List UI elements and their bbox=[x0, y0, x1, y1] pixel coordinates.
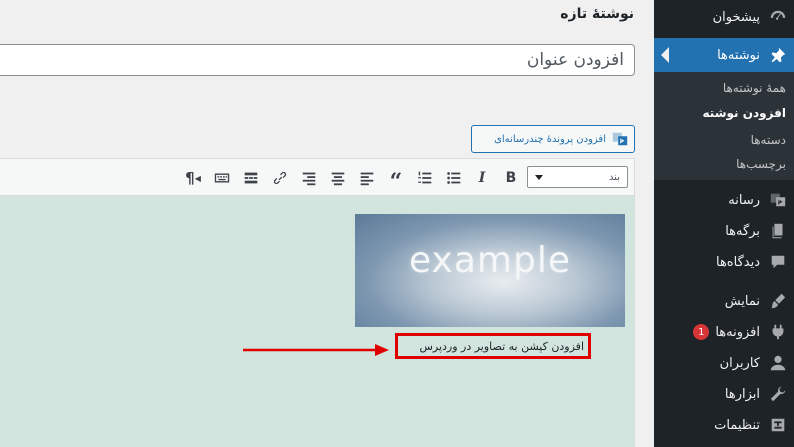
sidebar-item-label: نمایش bbox=[724, 293, 760, 309]
comments-icon bbox=[768, 252, 788, 272]
sidebar-item-label: پیشخوان bbox=[712, 9, 760, 25]
keyboard-icon bbox=[214, 173, 230, 183]
sidebar-item-comments[interactable]: دیدگاه‌ها bbox=[654, 245, 794, 279]
link-icon bbox=[273, 171, 287, 185]
sidebar-item-users[interactable]: کاربران bbox=[654, 346, 794, 380]
dashboard-icon bbox=[768, 7, 788, 27]
sidebar-item-label: رسانه bbox=[728, 192, 760, 208]
submenu-item-categories[interactable]: دسته‌ها bbox=[654, 133, 794, 147]
plugins-update-badge: 1 bbox=[693, 324, 710, 340]
pin-icon bbox=[768, 45, 788, 65]
align-right-button[interactable] bbox=[299, 168, 319, 188]
sidebar-item-dashboard[interactable]: پیشخوان bbox=[654, 0, 794, 34]
appearance-icon bbox=[768, 291, 788, 311]
sidebar-item-appearance[interactable]: نمایش bbox=[654, 284, 794, 318]
align-center-button[interactable] bbox=[328, 168, 348, 188]
caption-text: افزودن کپشن به تصاویر در وردپرس bbox=[419, 339, 584, 353]
align-left-icon bbox=[360, 172, 374, 186]
editor-toolbar: بند B I “ ¶ ◀ bbox=[0, 159, 634, 196]
paragraph-rtl-icon: ¶ bbox=[185, 169, 195, 187]
admin-sidebar: پیشخوان نوشته‌ها همهٔ نوشته‌ها افزودن نو… bbox=[654, 0, 794, 447]
submenu-item-add-post[interactable]: افزودن نوشته bbox=[654, 106, 794, 120]
bullet-list-button[interactable] bbox=[444, 168, 464, 188]
sidebar-item-label: افزونه‌ها bbox=[715, 324, 760, 340]
red-arrow-annotation bbox=[243, 344, 389, 356]
format-select-value: بند bbox=[608, 171, 620, 183]
align-center-icon bbox=[331, 172, 345, 186]
plugins-icon bbox=[768, 322, 788, 342]
add-media-label: افزودن پروندهٔ چندرسانه‌ای bbox=[494, 133, 606, 145]
blockquote-button[interactable]: “ bbox=[386, 168, 406, 195]
link-button[interactable] bbox=[270, 168, 290, 188]
numbered-list-icon bbox=[418, 171, 432, 184]
align-left-button[interactable] bbox=[357, 168, 377, 188]
rtl-button[interactable]: ¶ ◀ bbox=[183, 168, 203, 188]
post-title-input[interactable] bbox=[0, 44, 635, 76]
sidebar-item-plugins[interactable]: افزونه‌ها 1 bbox=[654, 315, 794, 349]
bullet-list-icon bbox=[447, 172, 461, 184]
pages-icon bbox=[768, 221, 788, 241]
add-media-button[interactable]: افزودن پروندهٔ چندرسانه‌ای bbox=[471, 125, 635, 153]
media-icon bbox=[610, 129, 630, 149]
submenu-item-all-posts[interactable]: همهٔ نوشته‌ها bbox=[654, 81, 794, 95]
image-text: example bbox=[409, 240, 571, 281]
numbered-list-button[interactable] bbox=[415, 168, 435, 188]
media-icon bbox=[768, 190, 788, 210]
sidebar-item-settings[interactable]: تنظیمات bbox=[654, 408, 794, 442]
italic-icon: I bbox=[478, 170, 486, 186]
example-image[interactable]: example bbox=[355, 214, 625, 327]
read-more-icon bbox=[244, 172, 258, 184]
submenu-item-tags[interactable]: برچسب‌ها bbox=[654, 157, 794, 171]
sidebar-item-tools[interactable]: ابزارها bbox=[654, 377, 794, 411]
align-right-icon bbox=[302, 172, 316, 186]
sidebar-item-label: برگه‌ها bbox=[725, 223, 760, 239]
sidebar-item-label: نوشته‌ها bbox=[717, 47, 760, 63]
sidebar-item-pages[interactable]: برگه‌ها bbox=[654, 214, 794, 248]
page-title: نوشتهٔ تازه bbox=[560, 6, 634, 22]
sidebar-item-label: ابزارها bbox=[724, 386, 760, 402]
read-more-button[interactable] bbox=[241, 168, 261, 188]
sidebar-item-media[interactable]: رسانه bbox=[654, 183, 794, 217]
posts-submenu: همهٔ نوشته‌ها افزودن نوشته دسته‌ها برچسب… bbox=[654, 72, 794, 180]
toolbar-toggle-button[interactable] bbox=[212, 168, 232, 188]
sidebar-item-label: کاربران bbox=[719, 355, 760, 371]
caret-down-icon bbox=[535, 174, 543, 180]
post-editor[interactable]: بند B I “ ¶ ◀ example افزودن کپشن به تصا… bbox=[0, 158, 635, 447]
blockquote-icon: “ bbox=[389, 169, 403, 195]
sidebar-item-label: تنظیمات bbox=[714, 417, 760, 433]
tools-icon bbox=[768, 384, 788, 404]
arrow-left-small-icon: ◀ bbox=[194, 173, 201, 183]
bold-icon: B bbox=[505, 170, 517, 186]
image-caption[interactable]: افزودن کپشن به تصاویر در وردپرس bbox=[395, 333, 591, 359]
users-icon bbox=[768, 353, 788, 373]
sidebar-item-posts[interactable]: نوشته‌ها bbox=[654, 38, 794, 72]
settings-icon bbox=[768, 415, 788, 435]
format-select[interactable]: بند bbox=[527, 166, 628, 188]
italic-button[interactable]: I bbox=[472, 168, 492, 188]
sidebar-item-label: دیدگاه‌ها bbox=[715, 254, 760, 270]
bold-button[interactable]: B bbox=[501, 168, 521, 188]
